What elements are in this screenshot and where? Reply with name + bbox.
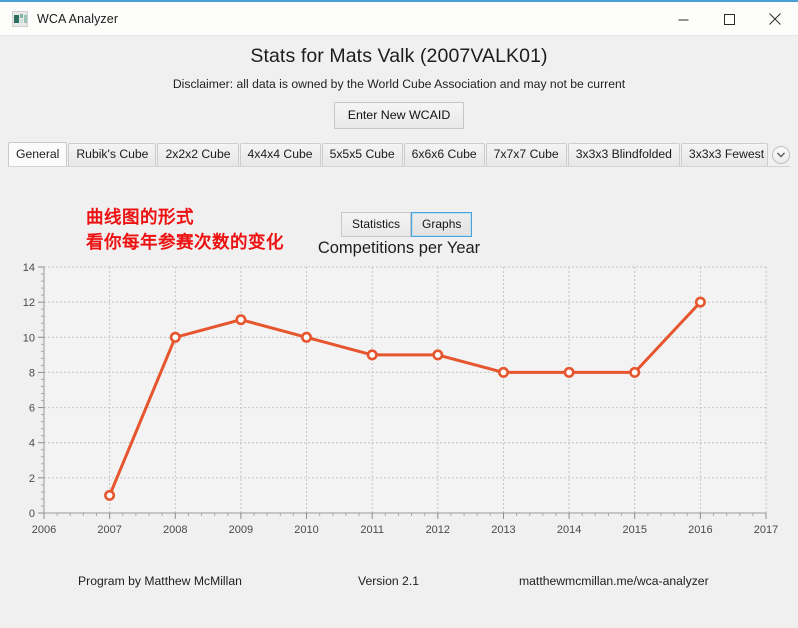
enter-new-wcaid-button[interactable]: Enter New WCAID: [333, 102, 465, 129]
data-point-marker: [169, 331, 181, 343]
x-tick-label: 2009: [229, 524, 253, 536]
x-tick-label: 2016: [688, 524, 712, 536]
close-icon: [769, 13, 781, 25]
view-toggle-group: Statistics Graphs: [341, 212, 473, 237]
tab-2x2x2-cube[interactable]: 2x2x2 Cube: [157, 143, 239, 166]
tab-7x7x7-cube[interactable]: 7x7x7 Cube: [485, 143, 567, 166]
title-bar: WCA Analyzer: [0, 2, 798, 36]
tab-6x6x6-cube[interactable]: 6x6x6 Cube: [403, 143, 485, 166]
data-point-marker: [497, 366, 509, 378]
disclaimer-text: Disclaimer: all data is owned by the Wor…: [172, 77, 626, 91]
graphs-toggle-button[interactable]: Graphs: [411, 212, 473, 237]
data-point-marker: [104, 489, 116, 501]
tab-rubiks-cube[interactable]: Rubik's Cube: [68, 143, 157, 166]
y-tick-label: 10: [23, 332, 35, 344]
y-tick-label: 12: [23, 297, 35, 309]
y-tick-label: 14: [23, 262, 35, 274]
y-tick-label: 6: [29, 403, 35, 415]
data-point-marker: [694, 296, 706, 308]
tab-bar: General Rubik's Cube 2x2x2 Cube 4x4x4 Cu…: [8, 142, 790, 167]
application-window: WCA Analyzer Stats for Mats Valk (2007VA…: [0, 0, 798, 628]
x-tick-label: 2010: [294, 524, 318, 536]
x-tick-label: 2007: [97, 524, 121, 536]
annotation-line-1: 曲线图的形式: [86, 207, 194, 227]
x-tick-label: 2012: [426, 524, 450, 536]
close-button[interactable]: [752, 2, 798, 36]
x-tick-label: 2015: [622, 524, 646, 536]
page-title: Stats for Mats Valk (2007VALK01): [250, 45, 548, 67]
footer: Program by Matthew McMillan Version 2.1 …: [0, 574, 798, 592]
enter-wcaid-row: Enter New WCAID: [0, 102, 798, 129]
y-tick-label: 4: [29, 438, 35, 450]
data-point-marker: [563, 366, 575, 378]
header: Stats for Mats Valk (2007VALK01) Disclai…: [0, 36, 798, 129]
window-controls: [660, 2, 798, 36]
tab-general[interactable]: General: [8, 142, 68, 166]
tab-overflow-button[interactable]: [772, 146, 790, 164]
window-title: WCA Analyzer: [37, 11, 119, 26]
footer-version: Version 2.1: [358, 574, 419, 588]
chevron-down-icon: [777, 152, 785, 158]
minimize-icon: [678, 19, 688, 20]
tab-5x5x5-cube[interactable]: 5x5x5 Cube: [321, 143, 403, 166]
chart-title: Competitions per Year: [317, 239, 481, 257]
data-point-marker: [300, 331, 312, 343]
tab-3x3x3-fewest-moves[interactable]: 3x3x3 Fewest M: [680, 143, 768, 166]
y-tick-label: 0: [29, 508, 35, 520]
maximize-button[interactable]: [706, 2, 752, 36]
x-tick-label: 2017: [754, 524, 778, 536]
statistics-toggle-button[interactable]: Statistics: [341, 212, 412, 237]
data-point-marker: [629, 366, 641, 378]
data-point-marker: [432, 349, 444, 361]
x-tick-label: 2013: [491, 524, 515, 536]
maximize-icon: [723, 13, 735, 25]
x-tick-label: 2014: [557, 524, 581, 536]
chart-area: 0 2 4 6 8 10 12 14 2006 2007 2008 2009 2010 2011 2012 2…: [8, 257, 790, 549]
y-tick-label: 8: [29, 367, 35, 379]
x-tick-label: 2008: [163, 524, 187, 536]
data-point-marker: [235, 314, 247, 326]
x-tick-label: 2011: [360, 524, 384, 536]
tab-4x4x4-cube[interactable]: 4x4x4 Cube: [239, 143, 321, 166]
footer-url[interactable]: matthewmcmillan.me/wca-analyzer: [519, 574, 709, 588]
footer-author: Program by Matthew McMillan: [78, 574, 242, 588]
x-tick-label: 2006: [32, 524, 56, 536]
app-icon: [12, 10, 28, 27]
y-tick-label: 2: [29, 473, 35, 485]
data-point-marker: [366, 349, 378, 361]
content-panel: Statistics Graphs Competitions per Year …: [8, 167, 790, 559]
minimize-button[interactable]: [660, 2, 706, 36]
competitions-per-year-line-chart: 0 2 4 6 8 10 12 14 2006 2007 2008 2009 2010 2011 2012 2…: [23, 262, 778, 536]
tab-bar-container: General Rubik's Cube 2x2x2 Cube 4x4x4 Cu…: [0, 142, 798, 167]
tab-3x3x3-blindfolded[interactable]: 3x3x3 Blindfolded: [567, 143, 680, 166]
